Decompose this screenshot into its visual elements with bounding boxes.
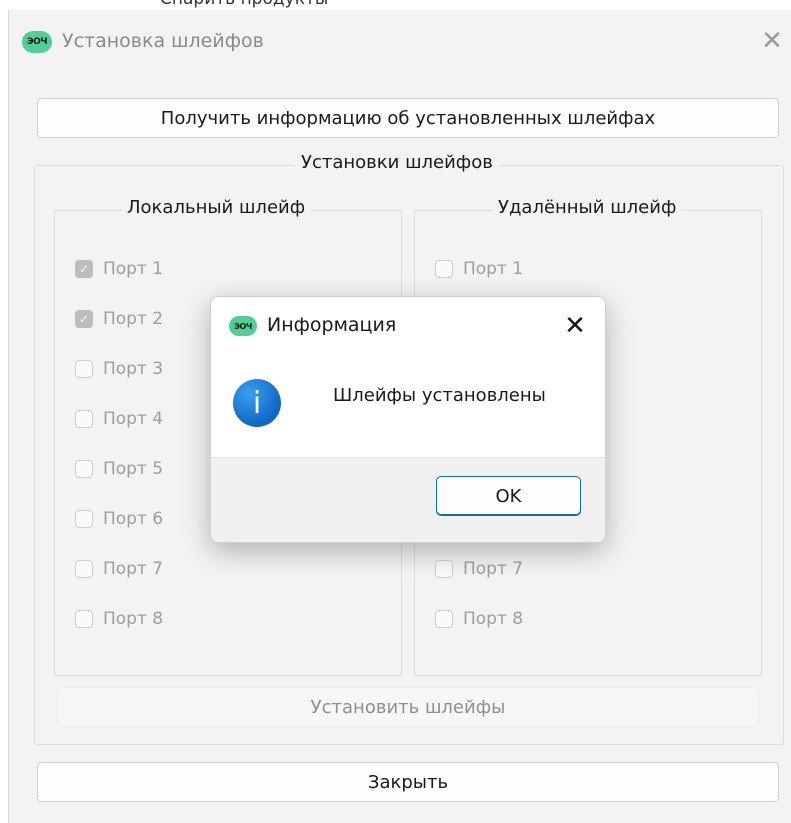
checkbox-checked-icon: ✓ — [75, 310, 93, 328]
close-button[interactable]: Закрыть — [37, 762, 779, 802]
port-label: Порт 6 — [103, 509, 164, 529]
get-loops-info-button[interactable]: Получить информацию об установленных шле… — [37, 98, 779, 138]
checkbox-unchecked-icon — [75, 610, 93, 628]
info-icon: i — [233, 379, 281, 427]
info-icon-glyph: i — [252, 385, 262, 421]
loops-settings-title: Установки шлейфов — [295, 152, 499, 173]
dialog-close-icon[interactable]: ✕ — [560, 311, 590, 341]
window-title: Установка шлейфов — [62, 30, 264, 52]
checkbox-unchecked-icon — [435, 560, 453, 578]
window-titlebar: ЭОЧ Установка шлейфов ✕ — [9, 10, 791, 74]
info-dialog: ЭОЧ Информация ✕ i Шлейфы установлены OK — [210, 296, 606, 543]
dialog-footer: OK — [211, 457, 605, 542]
local-port-3-checkbox[interactable]: Порт 3 — [75, 357, 163, 381]
port-label: Порт 7 — [103, 559, 164, 579]
port-label: Порт 8 — [463, 609, 524, 629]
app-logo-icon: ЭОЧ — [22, 31, 52, 53]
local-port-4-checkbox[interactable]: Порт 4 — [75, 407, 163, 431]
checkbox-unchecked-icon — [435, 260, 453, 278]
app-logo-icon: ЭОЧ — [229, 316, 257, 336]
local-port-1-checkbox[interactable]: ✓ Порт 1 — [75, 257, 163, 281]
local-port-5-checkbox[interactable]: Порт 5 — [75, 457, 163, 481]
port-label: Порт 3 — [103, 359, 164, 379]
local-loop-title: Локальный шлейф — [121, 197, 312, 218]
install-loops-button[interactable]: Установить шлейфы — [57, 687, 759, 727]
remote-loop-title: Удалённый шлейф — [492, 197, 683, 218]
port-label: Порт 1 — [463, 259, 524, 279]
dialog-message: Шлейфы установлены — [333, 385, 546, 406]
checkbox-unchecked-icon — [435, 610, 453, 628]
window-close-icon[interactable]: ✕ — [757, 26, 787, 56]
checkbox-unchecked-icon — [75, 560, 93, 578]
ok-button[interactable]: OK — [436, 476, 581, 516]
port-label: Порт 2 — [103, 309, 164, 329]
checkbox-unchecked-icon — [75, 460, 93, 478]
checkbox-unchecked-icon — [75, 510, 93, 528]
background-window-title-fragment: Спарить продукты — [0, 0, 791, 10]
port-label: Порт 8 — [103, 609, 164, 629]
dialog-title: Информация — [267, 314, 397, 336]
port-label: Порт 4 — [103, 409, 164, 429]
checkbox-checked-icon: ✓ — [75, 260, 93, 278]
checkbox-unchecked-icon — [75, 360, 93, 378]
port-label: Порт 1 — [103, 259, 164, 279]
port-label: Порт 7 — [463, 559, 524, 579]
local-port-8-checkbox[interactable]: Порт 8 — [75, 607, 163, 631]
app-logo-text: ЭОЧ — [26, 37, 48, 47]
port-label: Порт 5 — [103, 459, 164, 479]
local-port-7-checkbox[interactable]: Порт 7 — [75, 557, 163, 581]
remote-port-7-checkbox[interactable]: Порт 7 — [435, 557, 523, 581]
remote-port-8-checkbox[interactable]: Порт 8 — [435, 607, 523, 631]
checkbox-unchecked-icon — [75, 410, 93, 428]
background-window-title: Спарить продукты — [160, 0, 328, 9]
local-port-6-checkbox[interactable]: Порт 6 — [75, 507, 163, 531]
app-logo-text: ЭОЧ — [234, 321, 252, 331]
local-port-2-checkbox[interactable]: ✓ Порт 2 — [75, 307, 163, 331]
remote-port-1-checkbox[interactable]: Порт 1 — [435, 257, 523, 281]
